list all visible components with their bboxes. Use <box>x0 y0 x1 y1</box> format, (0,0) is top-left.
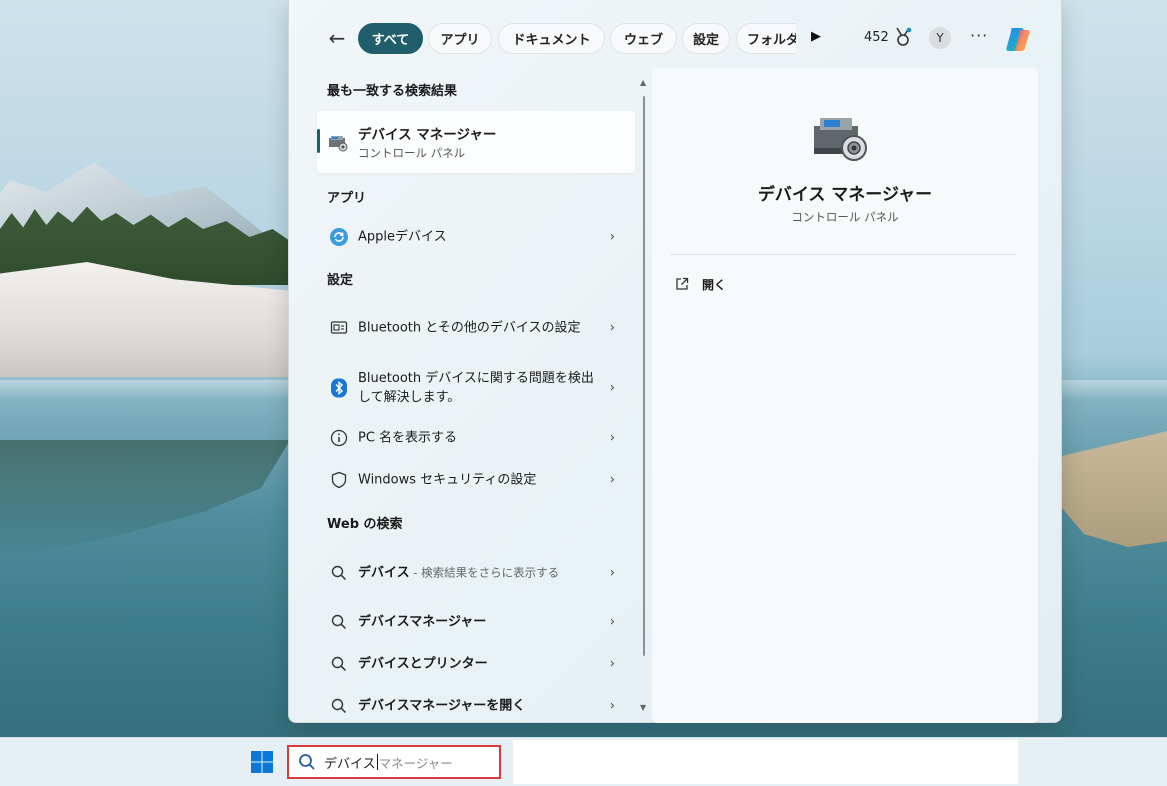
rewards-medal-icon[interactable] <box>893 26 913 48</box>
chevron-right-icon: › <box>609 565 615 581</box>
web-result-label: デバイスマネージャーを開く <box>358 697 598 716</box>
result-pc-name[interactable]: PC 名を表示する › <box>317 418 635 458</box>
chevron-right-icon: › <box>609 430 615 446</box>
web-result-device-manager[interactable]: デバイスマネージャー › <box>317 602 635 642</box>
chevron-right-icon: › <box>609 656 615 672</box>
preview-subtitle: コントロール パネル <box>791 210 899 224</box>
chevron-right-icon: › <box>609 698 615 714</box>
result-label: Appleデバイス <box>358 229 447 245</box>
search-autocomplete-suggestion: マネージャー <box>378 755 453 771</box>
taskbar: デバイス マネージャー <box>0 737 1167 786</box>
web-result-open-device-manager[interactable]: デバイスマネージャーを開く › <box>317 686 635 723</box>
best-match-title: デバイス マネージャー <box>358 127 497 143</box>
selection-indicator <box>317 129 320 153</box>
device-manager-icon <box>329 136 348 152</box>
result-label: PC 名を表示する <box>358 430 458 446</box>
filter-chip-apps[interactable]: アプリ <box>428 23 492 54</box>
rewards-points: 452 <box>864 30 889 45</box>
result-windows-security[interactable]: Windows セキュリティの設定 › <box>317 460 635 500</box>
scroll-down-arrow-icon[interactable]: ▼ <box>640 703 646 712</box>
best-match-heading: 最も一致する検索結果 <box>327 84 458 99</box>
chevron-right-icon: › <box>609 614 615 630</box>
web-result-devices-printers[interactable]: デバイスとプリンター › <box>317 644 635 684</box>
search-icon <box>299 754 315 770</box>
search-icon <box>329 563 349 583</box>
result-label: Bluetooth とその他のデバイスの設定 <box>358 320 581 336</box>
web-result-term: デバイスマネージャーを開く <box>358 698 526 714</box>
taskbar-search-input[interactable]: デバイス マネージャー <box>287 745 501 779</box>
web-result-label: デバイス - 検索結果をさらに表示する <box>358 564 598 583</box>
windows-start-icon[interactable] <box>250 750 274 774</box>
search-icon <box>329 654 349 674</box>
web-result-label: デバイスマネージャー <box>358 613 598 632</box>
filter-chip-all[interactable]: すべて <box>358 23 423 54</box>
preview-title: デバイス マネージャー <box>757 185 933 205</box>
filter-chip-documents[interactable]: ドキュメント <box>498 23 605 54</box>
wallpaper-reflection <box>0 440 290 560</box>
result-bluetooth-troubleshoot[interactable]: Bluetooth デバイスに関する問題を検出して解決します。 › <box>317 368 635 408</box>
wallpaper-grass <box>1062 430 1167 547</box>
web-result-hint: - 検索結果をさらに表示する <box>409 565 560 580</box>
preview-open-action[interactable]: 開く <box>674 273 726 295</box>
device-manager-large-icon <box>814 118 867 161</box>
filter-chip-settings[interactable]: 設定 <box>682 23 730 54</box>
web-result-label: デバイスとプリンター <box>358 655 598 674</box>
web-result-devices[interactable]: デバイス - 検索結果をさらに表示する › <box>317 551 635 595</box>
bluetooth-icon <box>329 378 349 398</box>
open-external-icon <box>676 277 689 290</box>
web-result-term: デバイスマネージャー <box>358 614 487 630</box>
result-label: Windows セキュリティの設定 <box>358 472 537 488</box>
result-bluetooth-devices-settings[interactable]: Bluetooth とその他のデバイスの設定 › <box>317 308 635 348</box>
result-label: Bluetooth デバイスに関する問題を検出して解決します。 <box>358 371 594 405</box>
chevron-right-icon: › <box>609 320 615 336</box>
more-filters-arrow-icon[interactable]: ▶ <box>811 29 821 44</box>
result-apple-devices[interactable]: Appleデバイス › <box>317 217 635 257</box>
web-result-term: デバイス <box>358 565 410 581</box>
chevron-right-icon: › <box>609 472 615 488</box>
apple-devices-icon <box>329 227 349 247</box>
text-caret <box>376 754 378 770</box>
apps-heading: アプリ <box>327 191 367 206</box>
search-results-list: 最も一致する検索結果 デバイス マネージャー コントロール パネル アプリ Ap… <box>289 68 649 723</box>
search-icon <box>329 696 349 716</box>
results-scrollbar-thumb[interactable] <box>643 96 645 656</box>
back-arrow-icon[interactable]: ← <box>323 24 351 52</box>
copilot-icon[interactable] <box>1003 24 1033 54</box>
settings-heading: 設定 <box>327 273 354 288</box>
web-result-term: デバイスとプリンター <box>358 656 488 672</box>
best-match-subtitle: コントロール パネル <box>358 146 466 160</box>
more-options-icon[interactable]: ··· <box>970 26 988 45</box>
result-preview-pane: デバイス マネージャー コントロール パネル 開く <box>652 68 1038 723</box>
search-typed-text: デバイス <box>324 756 376 772</box>
user-avatar[interactable]: Y <box>929 27 951 49</box>
taskbar-apps-area <box>513 740 1018 784</box>
web-search-heading: Web の検索 <box>327 517 403 532</box>
search-panel: ← すべて アプリ ドキュメント ウェブ 設定 フォルダ ▶ 452 Y ··· <box>288 0 1062 723</box>
chevron-right-icon: › <box>609 380 615 396</box>
shield-icon <box>329 470 349 490</box>
filter-bar: ← すべて アプリ ドキュメント ウェブ 設定 フォルダ ▶ 452 Y ··· <box>289 18 1063 58</box>
search-icon <box>329 612 349 632</box>
devices-settings-icon <box>329 318 349 338</box>
scroll-up-arrow-icon[interactable]: ▲ <box>640 78 646 87</box>
best-match-device-manager[interactable]: デバイス マネージャー コントロール パネル <box>317 111 635 173</box>
info-icon <box>329 428 349 448</box>
open-label: 開く <box>702 277 727 292</box>
filter-chip-web[interactable]: ウェブ <box>610 23 677 54</box>
chevron-right-icon: › <box>609 229 615 245</box>
filter-chip-folders[interactable]: フォルダ <box>736 23 796 54</box>
preview-divider <box>670 254 1016 255</box>
